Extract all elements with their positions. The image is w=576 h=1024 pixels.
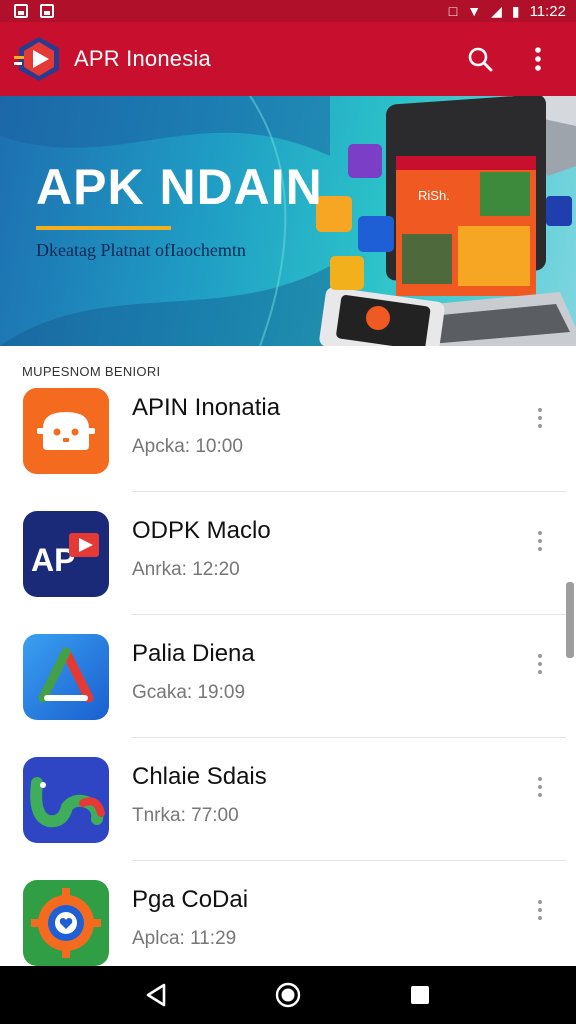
photo-notification-icon	[40, 4, 54, 18]
triangle-logo-icon	[23, 634, 109, 720]
svg-text:AP: AP	[31, 542, 75, 578]
system-nav-bar	[0, 966, 576, 1024]
divider	[132, 737, 566, 738]
battery-icon: ▮	[511, 3, 520, 19]
item-more-icon[interactable]	[526, 767, 554, 807]
search-icon[interactable]	[458, 37, 502, 81]
item-subtitle: Gcaka: 19:09	[132, 682, 246, 703]
status-time: 11:22	[529, 2, 566, 20]
item-more-icon[interactable]	[526, 521, 554, 561]
divider	[132, 860, 566, 861]
more-vert-icon[interactable]	[516, 37, 560, 81]
item-more-icon[interactable]	[526, 644, 554, 684]
app-bar: APR Inonesia	[0, 22, 576, 96]
banner-illustration	[0, 96, 576, 346]
item-title: Pga CoDai	[132, 886, 249, 913]
image-notification-icon	[14, 4, 28, 18]
list-item[interactable]: Chlaie Sdais Tnrka: 77:00	[0, 757, 566, 881]
gear-heart-icon	[23, 880, 109, 966]
signal-icon: ◢	[491, 3, 502, 19]
status-notifications	[14, 4, 54, 18]
list-item[interactable]: AP ODPK Maclo Anrka: 12:20	[0, 511, 566, 635]
item-subtitle: Aplca: 11:29	[132, 928, 237, 949]
section-header: MUPESNOM BENIORI	[22, 364, 161, 379]
item-more-icon[interactable]	[526, 890, 554, 930]
back-icon[interactable]	[136, 975, 176, 1015]
item-title: Palia Diena	[132, 640, 255, 667]
scrollbar[interactable]	[566, 582, 574, 658]
android-face-icon	[23, 388, 109, 474]
list-item[interactable]: Palia Diena Gcaka: 19:09	[0, 634, 566, 758]
app-title: APR Inonesia	[74, 46, 211, 71]
promo-banner[interactable]: APK NDAIN Dkeatag Platnat ofIaochemtn Ri…	[0, 96, 576, 346]
divider	[132, 614, 566, 615]
app-list: MUPESNOM BENIORI APIN Inonatia Apcka: 10…	[0, 346, 576, 966]
app-logo-icon	[14, 34, 64, 84]
banner-underline	[36, 226, 171, 230]
item-subtitle: Tnrka: 77:00	[132, 805, 239, 826]
apk-logo-icon: AP	[23, 511, 109, 597]
item-more-icon[interactable]	[526, 398, 554, 438]
wifi-icon: ▼	[467, 3, 482, 19]
banner-screen-label: RiSh.	[418, 188, 450, 203]
divider	[132, 491, 566, 492]
item-title: ODPK Maclo	[132, 517, 271, 544]
banner-title: APK NDAIN	[36, 159, 323, 215]
item-title: APIN Inonatia	[132, 394, 281, 421]
item-subtitle: Anrka: 12:20	[132, 559, 240, 580]
vibrate-icon: □	[448, 3, 458, 19]
item-subtitle: Apcka: 10:00	[132, 436, 243, 457]
list-item[interactable]: APIN Inonatia Apcka: 10:00	[0, 388, 566, 512]
status-indicators: □ ▼ ◢ ▮ 11:22	[449, 3, 566, 20]
status-bar: □ ▼ ◢ ▮ 11:22	[0, 0, 576, 22]
banner-subtitle: Dkeatag Platnat ofIaochemtn	[36, 240, 246, 260]
creature-icon	[23, 757, 109, 843]
item-title: Chlaie Sdais	[132, 763, 267, 790]
home-icon[interactable]	[268, 975, 308, 1015]
recents-icon[interactable]	[400, 975, 440, 1015]
list-item[interactable]: Pga CoDai Aplca: 11:29	[0, 880, 566, 966]
